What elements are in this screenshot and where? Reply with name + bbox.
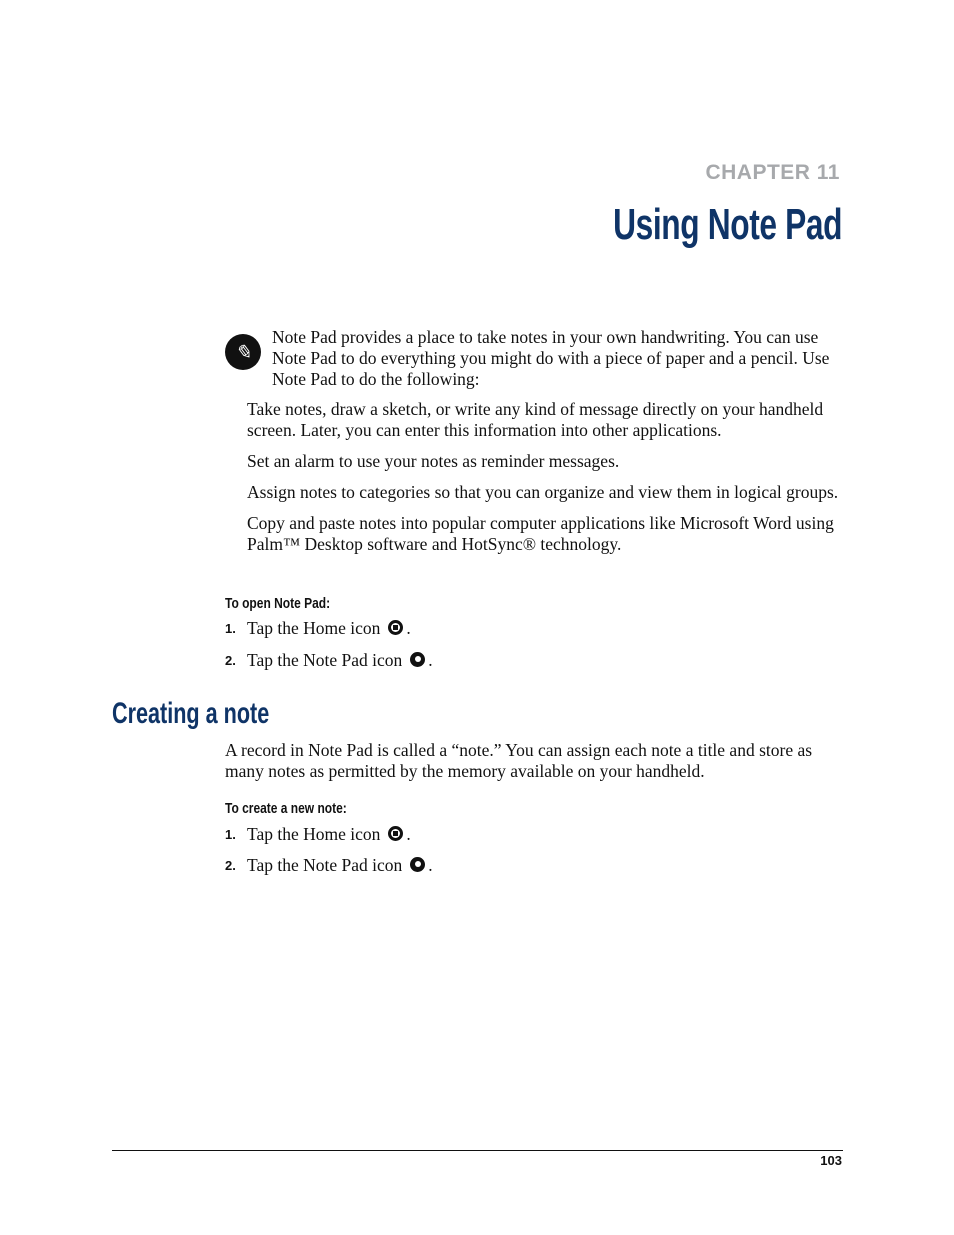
chapter-label: CHAPTER 11 [705, 161, 840, 184]
page-number: 103 [820, 1153, 842, 1168]
create-step-1: 1. Tap the Home icon . [225, 824, 411, 845]
feature-list: Take notes, draw a sketch, or write any … [247, 399, 847, 565]
home-icon [388, 620, 404, 635]
note-pad-app-icon: ✎ [225, 334, 261, 370]
home-icon [388, 826, 404, 841]
feature-item: Take notes, draw a sketch, or write any … [247, 399, 824, 440]
open-procedure-heading: To open Note Pad: [225, 595, 331, 612]
feature-item: Copy and paste notes into popular comput… [247, 513, 834, 554]
create-step-2: 2. Tap the Note Pad icon . [225, 855, 433, 876]
section-title: Creating a note [112, 697, 270, 730]
step-number: 1. [225, 621, 236, 636]
create-procedure-heading: To create a new note: [225, 800, 347, 817]
feature-item: Assign notes to categories so that you c… [247, 482, 839, 502]
footer-rule [112, 1150, 843, 1151]
step-text: Tap the Home icon [247, 824, 381, 844]
step-end: . [428, 855, 433, 875]
step-end: . [406, 824, 411, 844]
section-body: A record in Note Pad is called a “note.”… [225, 740, 813, 781]
step-text: Tap the Home icon [247, 618, 381, 638]
step-end: . [406, 618, 411, 638]
step-text: Tap the Note Pad icon [247, 650, 403, 670]
step-text: Tap the Note Pad icon [247, 855, 403, 875]
open-step-2: 2. Tap the Note Pad icon . [225, 650, 433, 671]
note-pad-icon [410, 652, 426, 667]
note-pad-icon [410, 857, 426, 872]
step-number: 2. [225, 858, 236, 873]
feature-item: Set an alarm to use your notes as remind… [247, 451, 620, 471]
chapter-title: Using Note Pad [612, 200, 842, 249]
intro-text: Note Pad provides a place to take notes … [272, 327, 830, 389]
step-number: 2. [225, 653, 236, 668]
open-step-1: 1. Tap the Home icon . [225, 618, 411, 639]
step-end: . [428, 650, 433, 670]
step-number: 1. [225, 827, 236, 842]
